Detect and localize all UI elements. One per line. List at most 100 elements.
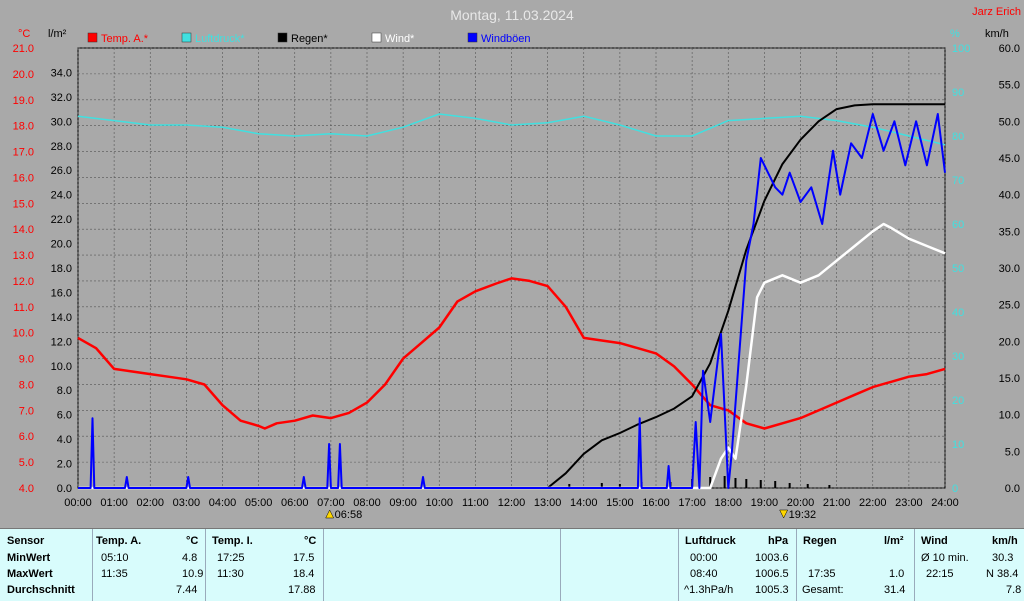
time-tick-label: 10:00 <box>425 497 453 509</box>
time-tick-label: 23:00 <box>895 497 923 509</box>
pressure-min: 1003.6 <box>755 552 789 564</box>
wind-tick-label: 55.0 <box>999 80 1020 92</box>
temp-tick-label: 11.0 <box>13 302 34 314</box>
pct-tick-label: 70 <box>952 175 964 187</box>
pct-tick-label: 10 <box>952 439 964 451</box>
rain-axis-unit: l/m² <box>48 28 67 40</box>
temp-axis-unit: °C <box>18 28 30 40</box>
time-tick-label: 14:00 <box>570 497 598 509</box>
rain-max-time: 17:35 <box>808 568 836 580</box>
legend-swatch <box>181 32 192 43</box>
temp-tick-label: 15.0 <box>13 198 34 210</box>
time-tick-label: 04:00 <box>209 497 237 509</box>
temp-tick-label: 20.0 <box>13 69 34 81</box>
legend-swatch <box>371 32 382 43</box>
wind-tick-label: 25.0 <box>999 300 1020 312</box>
legend-label: Windböen <box>481 33 531 45</box>
rain-tick-label: 34.0 <box>51 67 72 79</box>
pct-tick-label: 100 <box>952 43 970 55</box>
pressure-min-time: 00:00 <box>690 552 718 564</box>
time-tick-label: 12:00 <box>498 497 526 509</box>
temp-tick-label: 5.0 <box>19 457 34 469</box>
sunset-icon <box>779 509 789 519</box>
rain-tick-label: 18.0 <box>51 263 72 275</box>
time-tick-label: 03:00 <box>173 497 201 509</box>
temp-a-avg: 7.44 <box>176 584 198 596</box>
temp-tick-label: 7.0 <box>19 405 34 417</box>
wind-axis-unit: km/h <box>985 28 1009 40</box>
sunset-label: 19:32 <box>789 509 817 521</box>
wind-tick-label: 20.0 <box>999 336 1020 348</box>
wind-tick-label: 15.0 <box>999 373 1020 385</box>
time-tick-label: 06:00 <box>281 497 309 509</box>
wind-gust: N 38.4 <box>986 568 1019 580</box>
weather-chart-page: Montag, 11.03.2024 Jarz Erich Temp. A.* Luf… <box>0 0 1024 601</box>
wind-avg-label: Ø 10 min. <box>921 552 969 564</box>
rain-bar <box>723 476 726 488</box>
temp-a-min-time: 05:10 <box>101 552 129 564</box>
rain-bar <box>745 479 748 488</box>
rain-bar <box>788 483 791 488</box>
time-tick-label: 21:00 <box>823 497 851 509</box>
rain-total-label: Gesamt: <box>802 584 844 596</box>
sunrise-label: 06:58 <box>335 509 363 521</box>
time-tick-label: 24:00 <box>931 497 959 509</box>
rain-bar <box>734 478 737 488</box>
pressure-head: Luftdruck <box>685 535 736 547</box>
rain-max: 1.0 <box>889 568 905 580</box>
wind-tick-label: 60.0 <box>999 43 1020 55</box>
pct-tick-label: 20 <box>952 395 964 407</box>
temp-tick-label: 4.0 <box>19 483 34 495</box>
rain-tick-label: 2.0 <box>57 459 72 471</box>
temp-i-max: 18.4 <box>293 568 315 580</box>
temp-a-unit: °C <box>186 535 199 547</box>
time-tick-label: 16:00 <box>642 497 670 509</box>
temp-tick-label: 16.0 <box>13 172 34 184</box>
time-tick-label: 13:00 <box>534 497 562 509</box>
legend-label: Luftdruck* <box>195 33 245 45</box>
temp-i-min-time: 17:25 <box>217 552 245 564</box>
pressure-unit: hPa <box>768 535 789 547</box>
temp-i-max-time: 11:30 <box>217 568 244 580</box>
time-tick-label: 05:00 <box>245 497 273 509</box>
rain-tick-label: 24.0 <box>51 190 72 202</box>
rain-tick-label: 28.0 <box>51 141 72 153</box>
temp-i-avg: 17.88 <box>288 584 316 596</box>
pct-tick-label: 60 <box>952 219 964 231</box>
time-tick-label: 22:00 <box>859 497 887 509</box>
rain-tick-label: 4.0 <box>57 434 72 446</box>
rain-tick-label: 20.0 <box>51 239 72 251</box>
author-label: Jarz Erich <box>972 6 1021 18</box>
wind-tick-label: 30.0 <box>999 263 1020 275</box>
time-tick-label: 00:00 <box>64 497 92 509</box>
time-tick-label: 18:00 <box>714 497 742 509</box>
chart-title: Montag, 11.03.2024 <box>450 7 574 23</box>
pct-tick-label: 90 <box>952 87 964 99</box>
temp-i-unit: °C <box>304 535 317 547</box>
row-label-min: MinWert <box>7 552 51 564</box>
wind-tick-label: 5.0 <box>1005 446 1020 458</box>
legend-label: Regen* <box>291 33 328 45</box>
legend-swatch <box>87 32 98 43</box>
temp-tick-label: 6.0 <box>19 431 34 443</box>
pressure-max-time: 08:40 <box>690 568 718 580</box>
rain-tick-label: 8.0 <box>57 385 72 397</box>
temp-tick-label: 8.0 <box>19 379 34 391</box>
rain-tick-label: 32.0 <box>51 92 72 104</box>
temp-tick-label: 14.0 <box>13 224 34 236</box>
pct-axis-unit: % <box>950 28 960 40</box>
rain-tick-label: 0.0 <box>57 483 72 495</box>
row-label-sensor: Sensor <box>7 535 45 547</box>
legend-swatch <box>277 32 288 43</box>
wind-tick-label: 50.0 <box>999 116 1020 128</box>
rain-bar <box>828 485 831 488</box>
wind-mean: 7.8 <box>1006 584 1022 596</box>
rain-bar <box>806 484 809 488</box>
temp-a-head: Temp. A. <box>96 535 142 547</box>
wind-tick-label: 45.0 <box>999 153 1020 165</box>
pct-tick-label: 40 <box>952 307 964 319</box>
wind-unit: km/h <box>992 535 1018 547</box>
wind-avg: 30.3 <box>992 552 1014 564</box>
temp-tick-label: 18.0 <box>13 121 34 133</box>
temp-tick-label: 9.0 <box>19 354 34 366</box>
